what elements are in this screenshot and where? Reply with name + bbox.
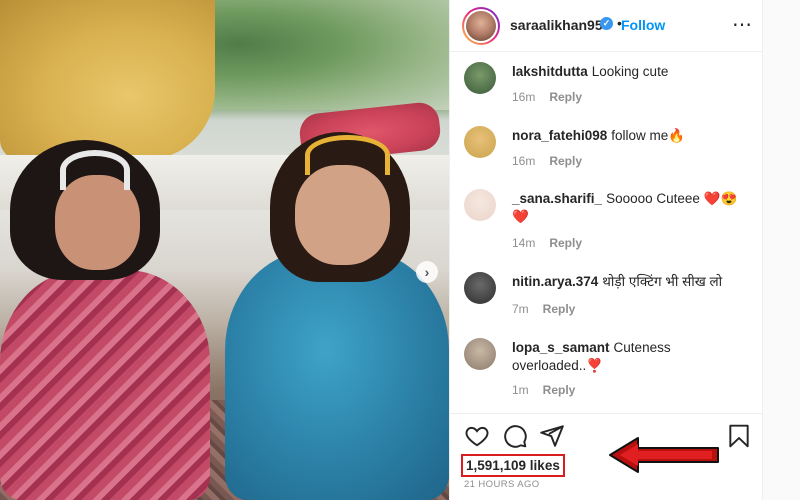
verified-badge-icon: ✓ (600, 17, 613, 30)
comment-username[interactable]: lopa_s_samant (512, 340, 610, 355)
follow-button[interactable]: Follow (621, 17, 665, 33)
post-photo[interactable]: › (0, 0, 449, 500)
commenter-avatar[interactable] (464, 62, 496, 94)
annotation-arrow-icon (609, 437, 719, 473)
heart-icon[interactable] (464, 423, 490, 449)
comment-meta: 16m Reply (512, 90, 582, 104)
photo-child-right-face (295, 165, 390, 265)
comment-time: 7m (512, 302, 529, 316)
commenter-avatar[interactable] (464, 272, 496, 304)
post-side-panel: saraalikhan95 ✓ • Follow ⋯ lakshitdutta L… (449, 0, 764, 500)
comment-body: nitin.arya.374 थोड़ी एक्टिंग भी सीख लो (512, 273, 752, 291)
reply-button[interactable]: Reply (543, 383, 576, 397)
chevron-right-icon: › (424, 264, 430, 280)
comment-body: nora_fatehi098 follow me🔥 (512, 127, 752, 145)
photo-child-left-headband (60, 150, 130, 190)
photo-child-right-dress (225, 250, 449, 500)
comment-time: 1m (512, 383, 529, 397)
comment-item: lakshitdutta Looking cute 16m Reply (464, 62, 754, 112)
reply-button[interactable]: Reply (549, 90, 582, 104)
comment-time: 16m (512, 154, 536, 168)
likes-count[interactable]: 1,591,109 likes (461, 454, 565, 477)
post-header: saraalikhan95 ✓ • Follow ⋯ (450, 0, 764, 52)
comment-time: 16m (512, 90, 536, 104)
author-avatar-image (466, 11, 496, 41)
page-background-strip (763, 0, 800, 500)
reply-button[interactable]: Reply (549, 154, 582, 168)
reply-button[interactable]: Reply (543, 302, 576, 316)
commenter-avatar[interactable] (464, 338, 496, 370)
carousel-next-button[interactable]: › (416, 261, 438, 283)
comment-item: lopa_s_samant Cuteness overloaded..❣️ 1m R… (464, 338, 754, 400)
comment-meta: 16m Reply (512, 154, 582, 168)
comment-text: follow me🔥 (611, 128, 686, 143)
comment-body: _sana.sharifi_ Sooooo Cuteee ❤️😍❤️ (512, 190, 752, 226)
photo-child-right-headband (305, 135, 390, 175)
comment-time: 14m (512, 236, 536, 250)
comment-body: lopa_s_samant Cuteness overloaded..❣️ (512, 339, 752, 375)
comment-username[interactable]: nitin.arya.374 (512, 274, 598, 289)
comment-text: थोड़ी एक्टिंग भी सीख लो (602, 274, 723, 289)
post-timestamp: 21 HOURS AGO (464, 479, 540, 490)
commenter-avatar[interactable] (464, 189, 496, 221)
bookmark-icon[interactable] (726, 423, 752, 449)
photo-chair (0, 0, 215, 160)
reply-button[interactable]: Reply (549, 236, 582, 250)
commenter-avatar[interactable] (464, 126, 496, 158)
comment-body: lakshitdutta Looking cute (512, 63, 752, 81)
comment-item: nora_fatehi098 follow me🔥 16m Reply (464, 126, 754, 176)
more-options-icon[interactable]: ⋯ (732, 12, 753, 37)
comment-text: Looking cute (591, 64, 669, 79)
comment-username[interactable]: nora_fatehi098 (512, 128, 607, 143)
share-icon[interactable] (539, 423, 565, 449)
comment-item: _sana.sharifi_ Sooooo Cuteee ❤️😍❤️ 14m Rep… (464, 189, 754, 251)
author-avatar[interactable] (462, 7, 500, 45)
photo-child-left-dress (0, 270, 210, 500)
comment-username[interactable]: lakshitdutta (512, 64, 588, 79)
comment-meta: 14m Reply (512, 236, 582, 250)
comment-meta: 1m Reply (512, 383, 575, 397)
author-username[interactable]: saraalikhan95 (510, 17, 603, 33)
comment-meta: 7m Reply (512, 302, 575, 316)
comment-item: nitin.arya.374 थोड़ी एक्टिंग भी सीख लो 7m… (464, 272, 754, 322)
comment-username[interactable]: _sana.sharifi_ (512, 191, 602, 206)
comment-icon[interactable] (502, 423, 528, 449)
